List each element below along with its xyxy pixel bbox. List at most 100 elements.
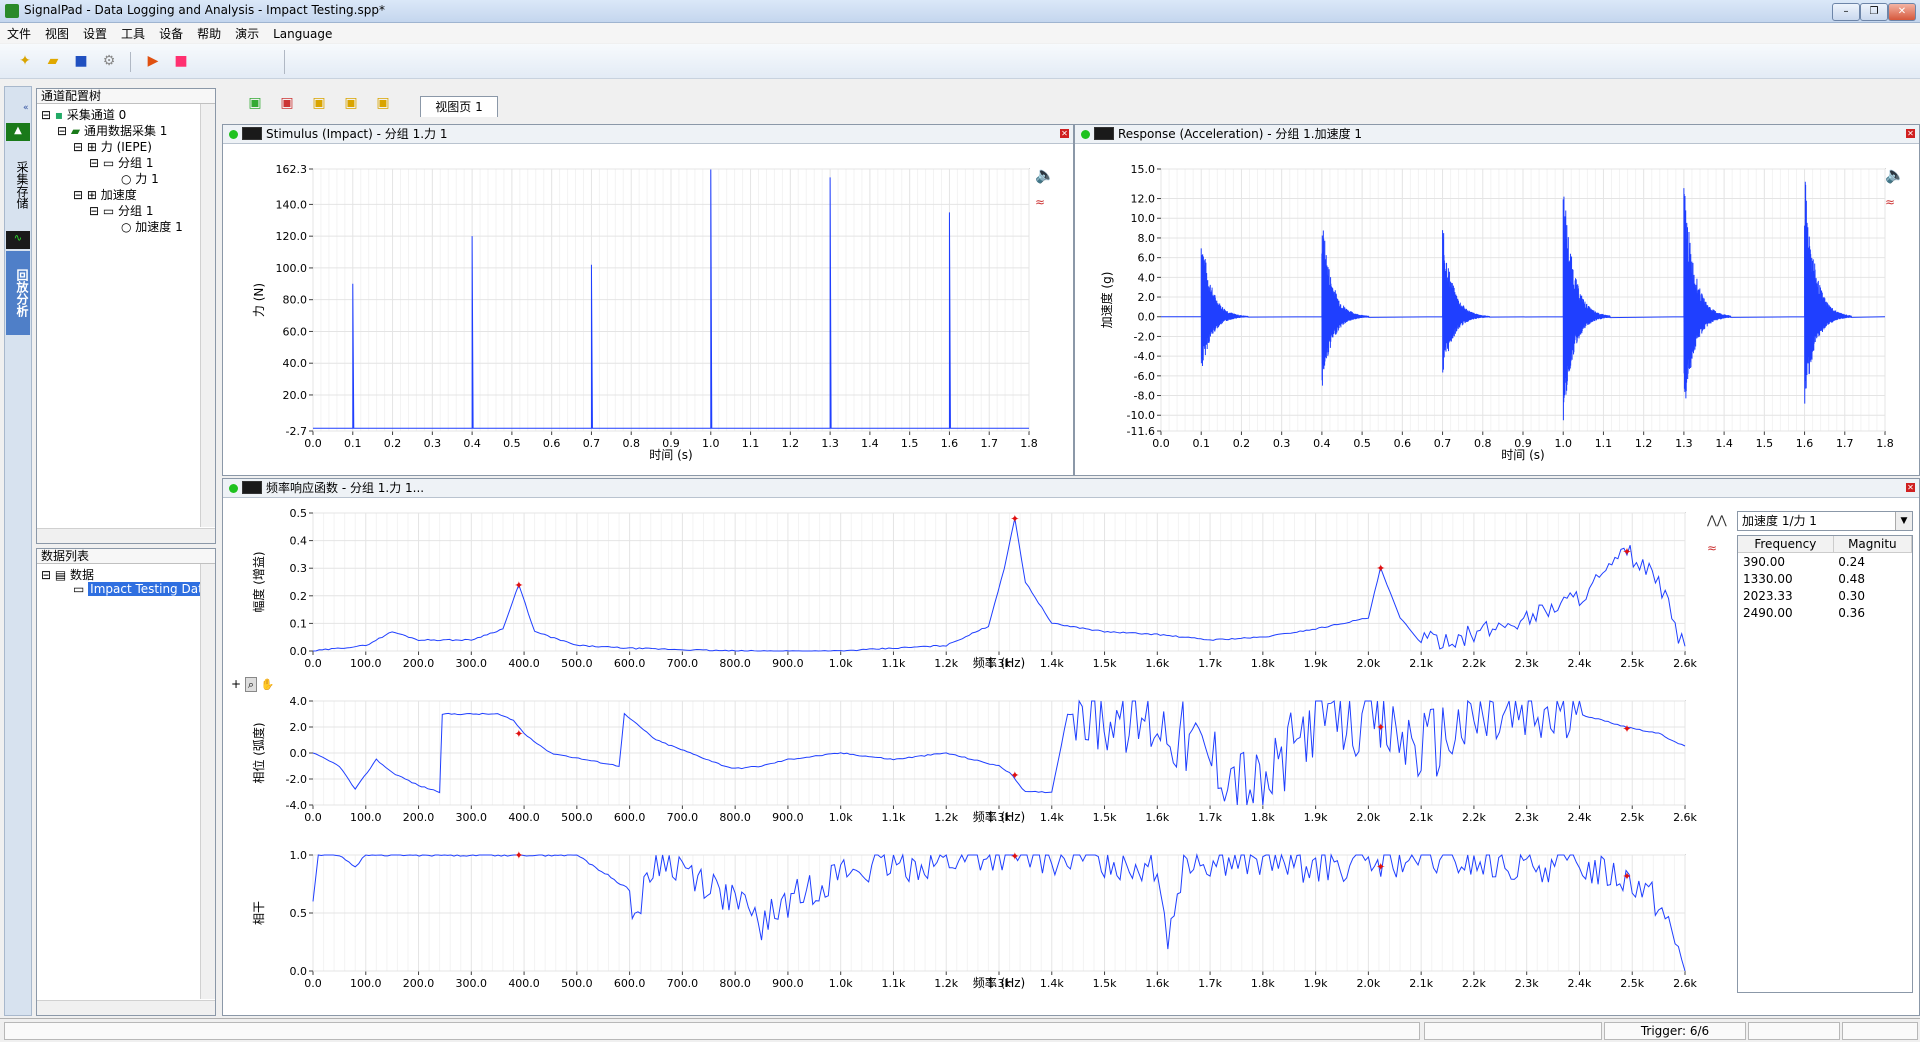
- folder-view-icon[interactable]: ▣: [310, 94, 328, 112]
- vertical-scrollbar[interactable]: [200, 104, 215, 527]
- menu-device[interactable]: 设备: [152, 23, 190, 44]
- x-tick-label: 900.0: [772, 977, 804, 990]
- channel-select[interactable]: 加速度 1/力 1 ▼: [1737, 511, 1913, 531]
- x-tick-label: 1.1k: [882, 657, 906, 669]
- new-file-icon[interactable]: ✦: [16, 52, 34, 70]
- tab-acquire-store[interactable]: 采集存储: [6, 145, 30, 225]
- close-button[interactable]: ✕: [1888, 3, 1916, 21]
- y-axis-label: 加速度 (g): [1099, 272, 1114, 329]
- tree-item-acceleration-1[interactable]: ○ 加速度 1: [121, 218, 183, 235]
- column-header-magnitude[interactable]: Magnitu: [1833, 536, 1912, 553]
- peak-marker: ✦: [1010, 769, 1019, 782]
- x-tick-label: 1.8k: [1251, 977, 1275, 990]
- y-tick-label: 120.0: [276, 230, 308, 243]
- status-box: [1424, 1022, 1602, 1040]
- x-tick-label: 400.0: [508, 811, 539, 824]
- horizontal-scrollbar[interactable]: [37, 528, 215, 543]
- save-icon[interactable]: ■: [72, 52, 90, 70]
- tree-item-acceleration[interactable]: ⊟ ⊞ 加速度: [73, 186, 137, 203]
- menu-help[interactable]: 帮助: [190, 23, 228, 44]
- x-tick-label: 1.7k: [1198, 811, 1222, 824]
- tree-item-group-1[interactable]: ⊟ ▭ 分组 1: [89, 154, 154, 171]
- pan-hand-icon[interactable]: ✋: [261, 678, 275, 691]
- y-tick-label: -2.0: [286, 773, 307, 786]
- x-tick-label: 1.1k: [882, 811, 906, 824]
- add-view-icon[interactable]: ▣: [246, 94, 264, 112]
- app-icon: [5, 4, 19, 18]
- tree-item-data[interactable]: ⊟ ▤ 数据: [41, 566, 94, 583]
- horizontal-scrollbar[interactable]: [37, 1000, 215, 1015]
- table-row[interactable]: 1330.00 0.48: [1738, 570, 1912, 587]
- y-tick-label: 0.3: [290, 562, 308, 575]
- peak-icon[interactable]: ⋀⋀: [1707, 513, 1727, 527]
- legend-icon[interactable]: ≈: [1707, 541, 1717, 555]
- run-icon[interactable]: ▶: [144, 52, 162, 70]
- delete-view-icon[interactable]: ▣: [278, 94, 296, 112]
- tree-item-general-acq[interactable]: ⊟ ▰ 通用数据采集 1: [57, 122, 167, 139]
- tree-item-channel[interactable]: ⊟ ▪ 采集通道 0: [41, 106, 126, 123]
- folder-add-icon[interactable]: ▣: [342, 94, 360, 112]
- menu-language[interactable]: Language: [266, 25, 339, 43]
- x-tick-label: 500.0: [561, 977, 593, 990]
- settings-gear-icon[interactable]: ⚙: [100, 52, 118, 70]
- x-tick-label: 1.7: [1836, 437, 1854, 450]
- x-tick-label: 1.4k: [1040, 657, 1064, 669]
- minimize-button[interactable]: –: [1832, 3, 1860, 21]
- x-tick-label: 0.8: [622, 437, 640, 450]
- close-icon[interactable]: ✕: [1906, 483, 1915, 492]
- x-tick-label: 1.6k: [1145, 811, 1169, 824]
- open-folder-icon[interactable]: ▰: [44, 52, 62, 70]
- x-tick-label: 2.0k: [1356, 811, 1380, 824]
- x-tick-label: 1.9k: [1304, 657, 1328, 669]
- y-tick-label: -4.0: [1134, 350, 1155, 363]
- close-icon[interactable]: ✕: [1906, 129, 1915, 138]
- x-tick-label: 2.6k: [1673, 657, 1697, 669]
- crosshair-icon[interactable]: +: [231, 677, 241, 691]
- vertical-scrollbar[interactable]: [200, 564, 215, 999]
- tree-item-impact-testing-data[interactable]: ▭ Impact Testing Dat: [73, 582, 205, 596]
- x-tick-label: 2.4k: [1568, 657, 1592, 669]
- x-tick-label: 300.0: [456, 657, 488, 669]
- tab-playback-analysis[interactable]: 回放分析: [6, 251, 30, 335]
- x-tick-label: 200.0: [403, 977, 435, 990]
- x-axis-label: 时间 (s): [1501, 448, 1544, 462]
- x-tick-label: 0.5: [503, 437, 521, 450]
- maximize-button[interactable]: ❐: [1860, 3, 1888, 21]
- y-axis-label: 幅度 (增益): [251, 551, 266, 612]
- table-row[interactable]: 2490.00 0.36: [1738, 604, 1912, 621]
- toolbar-separator: [130, 52, 131, 72]
- waveform-icon: [242, 127, 262, 140]
- menu-file[interactable]: 文件: [0, 23, 38, 44]
- tree-item-force-iepe[interactable]: ⊟ ⊞ 力 (IEPE): [73, 138, 152, 155]
- stop-icon[interactable]: ■: [172, 52, 190, 70]
- x-tick-label: 400.0: [508, 657, 539, 669]
- column-header-frequency[interactable]: Frequency: [1738, 536, 1834, 553]
- tree-item-group-1b[interactable]: ⊟ ▭ 分组 1: [89, 202, 154, 219]
- x-tick-label: 800.0: [719, 811, 751, 824]
- playback-icon[interactable]: ∿: [6, 231, 30, 249]
- folder-config-icon[interactable]: ▣: [374, 94, 392, 112]
- peak-marker: ✦: [1376, 721, 1385, 734]
- table-row[interactable]: 390.00 0.24: [1738, 553, 1912, 571]
- menu-view[interactable]: 视图: [38, 23, 76, 44]
- menu-demo[interactable]: 演示: [228, 23, 266, 44]
- tree-item-force-1[interactable]: ○ 力 1: [121, 170, 159, 187]
- x-tick-label: 1.1: [1595, 437, 1613, 450]
- close-icon[interactable]: ✕: [1060, 129, 1069, 138]
- menu-settings[interactable]: 设置: [76, 23, 114, 44]
- status-box: [4, 1022, 1420, 1040]
- acquire-icon[interactable]: ▲: [6, 123, 30, 141]
- table-row[interactable]: 2023.33 0.30: [1738, 587, 1912, 604]
- x-tick-label: 200.0: [403, 657, 435, 669]
- x-tick-label: 0.0: [304, 811, 322, 824]
- frf-magnitude-chart: 0.0 100.0 200.0 300.0 400.0 500.0 600.0 700.0 80…: [251, 507, 1698, 669]
- chevron-down-icon[interactable]: ▼: [1895, 512, 1912, 530]
- status-led-icon: [229, 130, 238, 139]
- tab-view-page-1[interactable]: 视图页 1: [420, 96, 498, 117]
- x-tick-label: 0.4: [463, 437, 481, 450]
- zoom-icon[interactable]: ⌕: [244, 677, 258, 692]
- collapse-arrow-icon[interactable]: «: [23, 103, 29, 113]
- stimulus-chart: 0.0 0.1 0.2 0.3 0.4 0.5 0.6 0.7 0.8 0.9 1.0 1.1 1.2 1…: [252, 163, 1038, 462]
- menu-tools[interactable]: 工具: [114, 23, 152, 44]
- x-tick-label: 2.0k: [1356, 657, 1380, 669]
